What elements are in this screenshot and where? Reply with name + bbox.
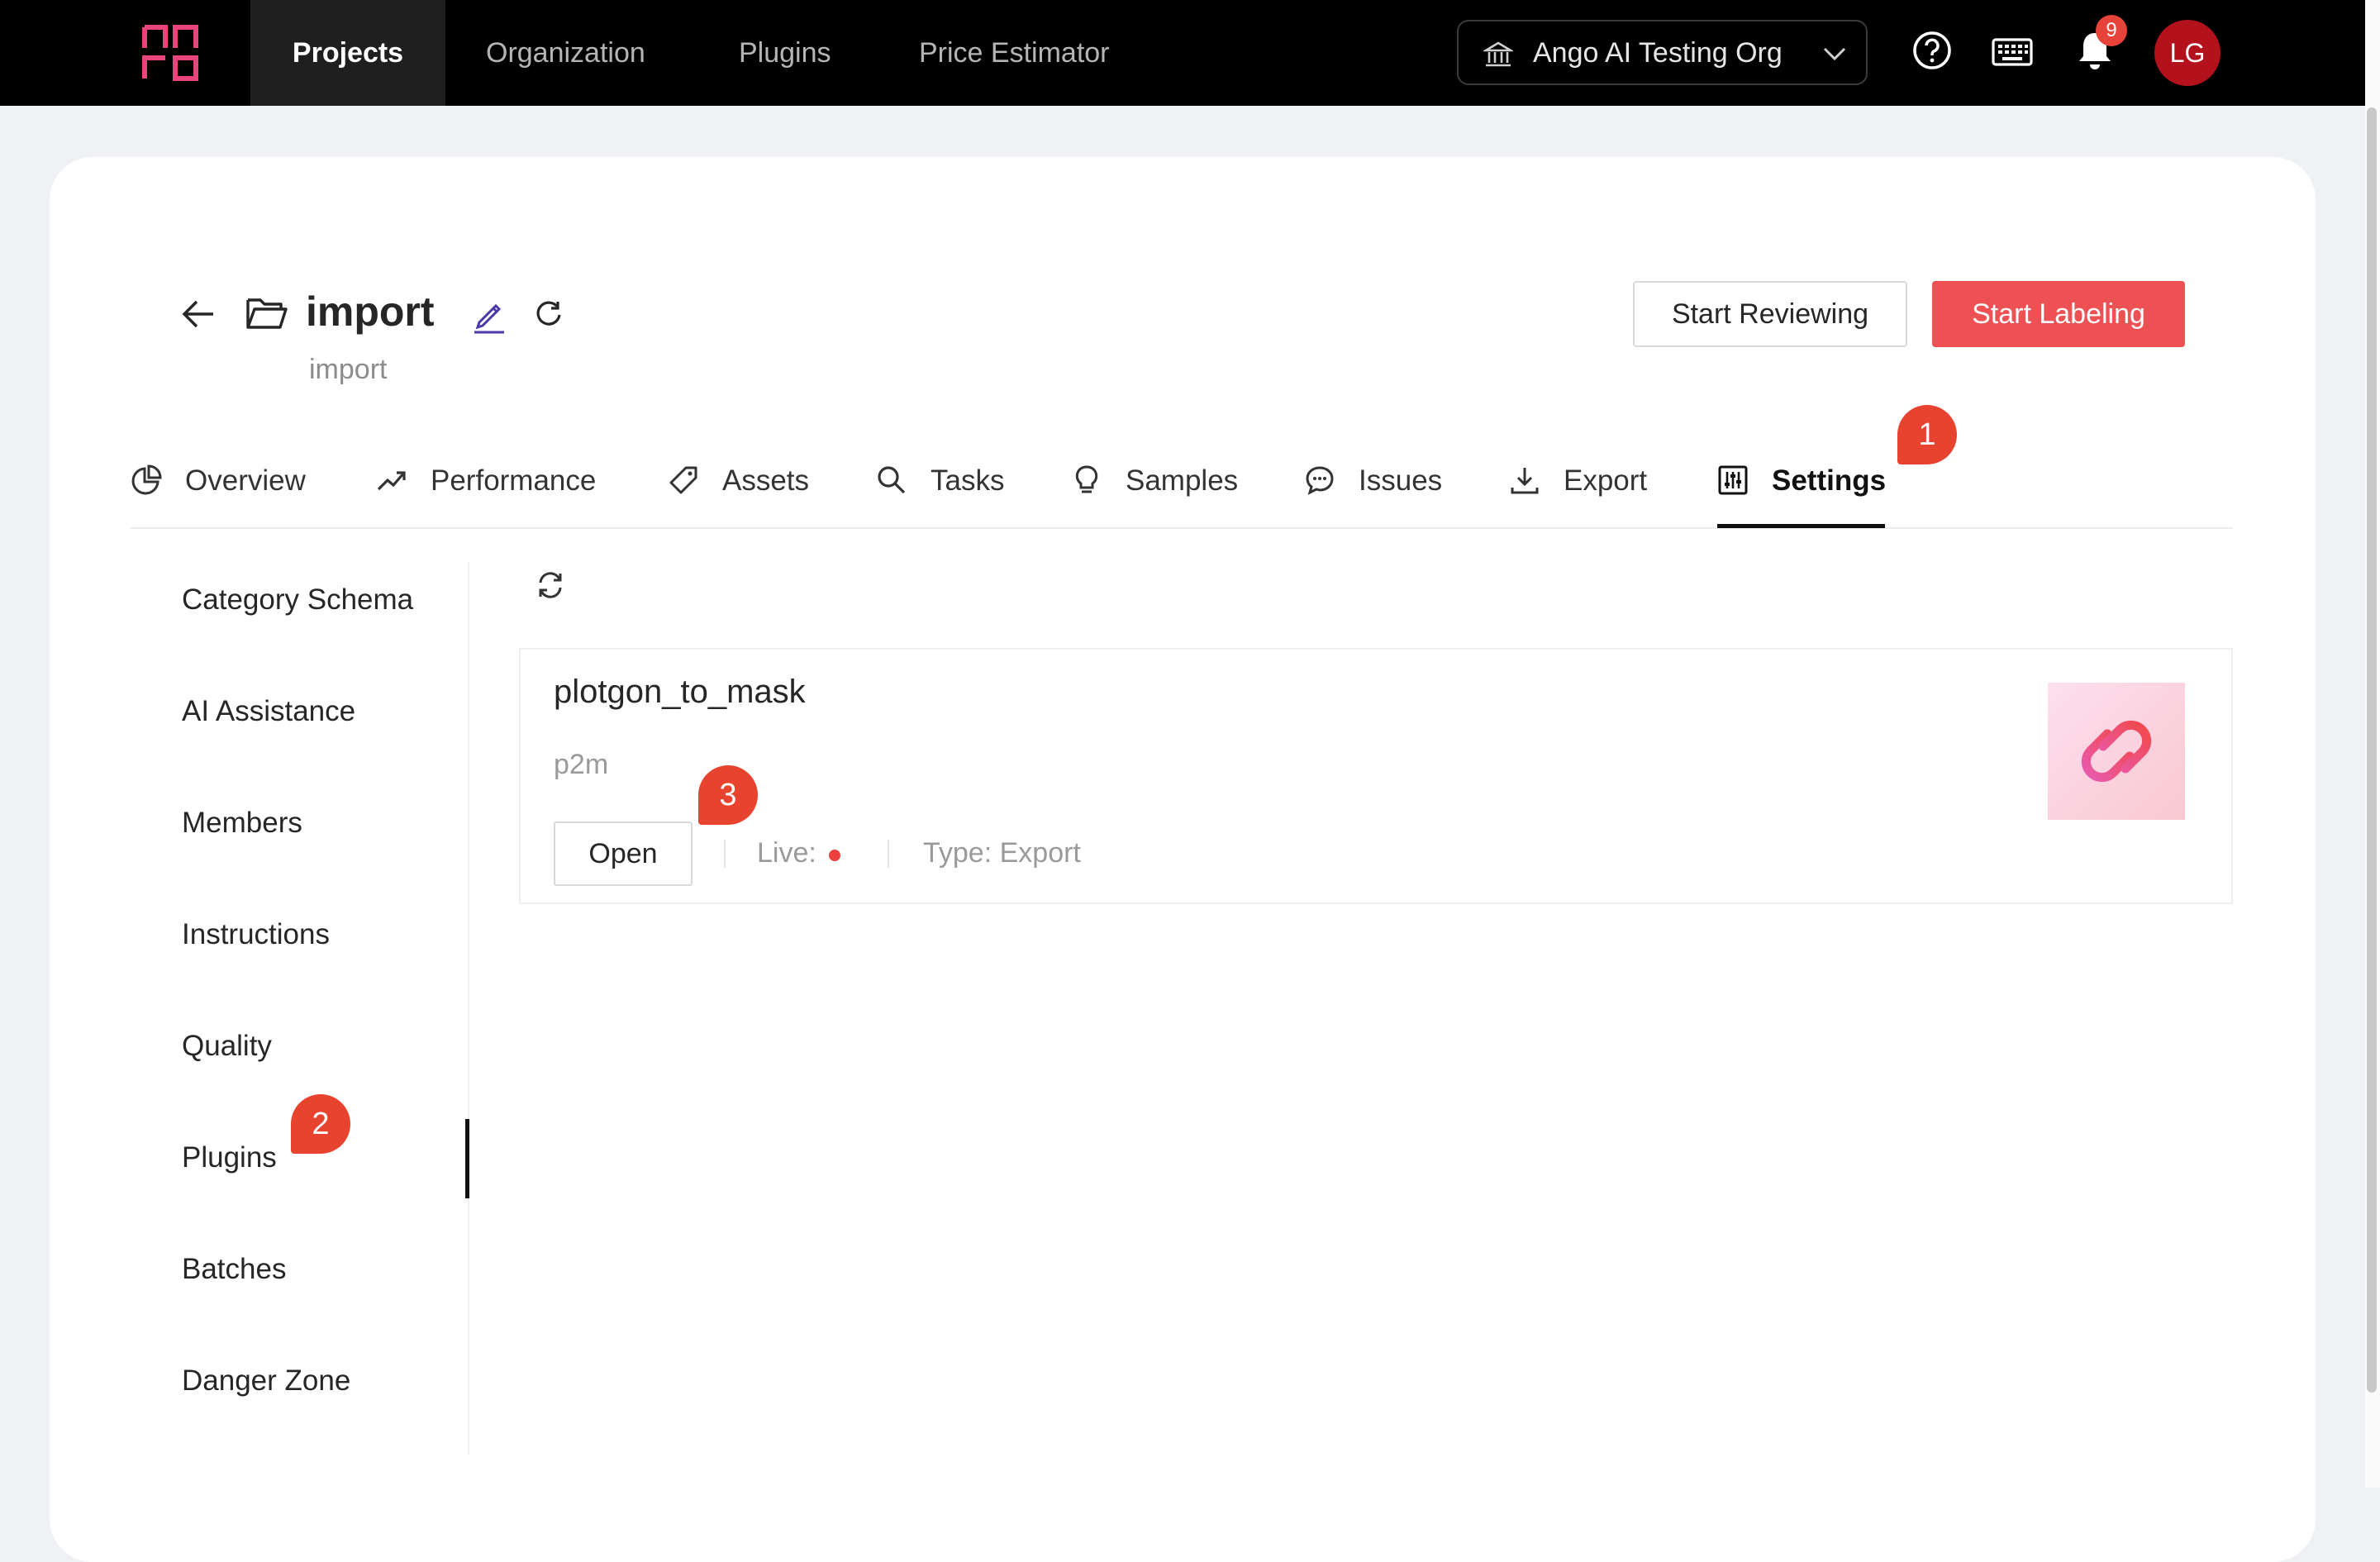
page-title: import: [306, 288, 435, 335]
link-icon: [2081, 720, 2152, 783]
tab-performance[interactable]: Performance: [376, 460, 607, 509]
tab-samples[interactable]: Samples: [1071, 460, 1253, 509]
trend-line-icon: [376, 464, 407, 496]
tag-icon: [668, 464, 699, 496]
meta-separator: [724, 840, 726, 868]
settings-menu-members[interactable]: Members: [182, 807, 302, 840]
live-status-dot: [829, 850, 840, 861]
settings-menu-ai-assistance[interactable]: AI Assistance: [182, 695, 355, 728]
settings-menu-quality[interactable]: Quality: [182, 1030, 272, 1063]
tab-tasks[interactable]: Tasks: [876, 460, 1008, 509]
plugin-live-label: Live:: [757, 837, 816, 869]
tab-issues[interactable]: Issues: [1304, 460, 1453, 509]
user-avatar[interactable]: LG: [2154, 20, 2221, 86]
open-plugin-button[interactable]: Open: [554, 821, 693, 886]
refresh-icon[interactable]: [534, 299, 564, 329]
plugin-description: p2m: [554, 749, 609, 780]
plugin-thumbnail: [2048, 683, 2185, 820]
settings-menu-danger-zone[interactable]: Danger Zone: [182, 1364, 350, 1398]
page-scrollbar-thumb[interactable]: [2367, 107, 2377, 1393]
annotation-marker-3: 3: [698, 765, 758, 825]
app-logo-icon[interactable]: [142, 25, 198, 81]
settings-menu-active-indicator: [465, 1119, 469, 1198]
settings-menu-batches[interactable]: Batches: [182, 1253, 286, 1286]
chevron-down-icon: [1822, 43, 1847, 64]
settings-menu-category-schema[interactable]: Category Schema: [182, 583, 413, 617]
start-reviewing-button[interactable]: Start Reviewing: [1633, 281, 1907, 347]
tab-export[interactable]: Export: [1509, 460, 1658, 509]
start-labeling-button[interactable]: Start Labeling: [1932, 281, 2185, 347]
settings-menu-instructions[interactable]: Instructions: [182, 918, 330, 951]
back-arrow-icon[interactable]: [180, 296, 217, 332]
meta-separator: [888, 840, 889, 868]
reload-plugins-icon[interactable]: [536, 570, 565, 600]
tab-settings[interactable]: Settings: [1717, 460, 1891, 509]
keyboard-icon[interactable]: [1992, 38, 2033, 66]
active-tab-indicator: [1717, 524, 1885, 528]
plugin-type-label: Type: Export: [923, 837, 1081, 869]
settings-menu-plugins[interactable]: Plugins: [182, 1141, 277, 1174]
settings-menu-divider: [468, 562, 469, 1455]
nav-plugins[interactable]: Plugins: [739, 0, 831, 106]
annotation-marker-2: 2: [291, 1094, 350, 1154]
plugin-name: plotgon_to_mask: [554, 674, 806, 710]
folder-open-icon: [245, 295, 288, 331]
organization-selector[interactable]: Ango AI Testing Org: [1457, 20, 1868, 85]
tabs-divider: [131, 527, 2233, 529]
nav-projects[interactable]: Projects: [250, 0, 445, 106]
nav-organization[interactable]: Organization: [486, 0, 645, 106]
project-subtitle: import: [309, 354, 388, 385]
bank-icon: [1483, 40, 1513, 69]
edit-pencil-icon[interactable]: [471, 296, 507, 334]
download-icon: [1509, 464, 1540, 496]
pie-chart-icon: [131, 464, 162, 496]
help-icon[interactable]: [1911, 30, 1953, 71]
sliders-icon: [1717, 464, 1749, 496]
tab-assets[interactable]: Assets: [668, 460, 816, 509]
lightbulb-icon: [1071, 464, 1102, 496]
search-icon: [876, 464, 907, 496]
annotation-marker-1: 1: [1897, 405, 1957, 464]
chat-bubble-icon: [1304, 464, 1335, 496]
nav-price-estimator[interactable]: Price Estimator: [919, 0, 1110, 106]
notification-count-badge: 9: [2096, 15, 2127, 46]
top-navigation-bar: Projects Organization Plugins Price Esti…: [0, 0, 2365, 106]
tab-overview[interactable]: Overview: [131, 460, 312, 509]
organization-name: Ango AI Testing Org: [1533, 37, 1783, 69]
